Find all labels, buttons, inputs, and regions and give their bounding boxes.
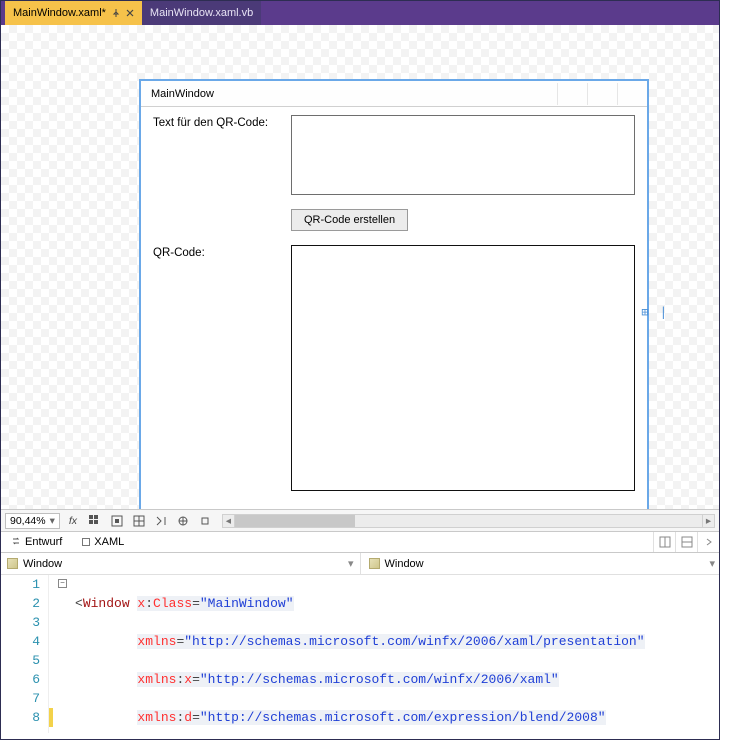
scroll-left-icon[interactable]: ◂ [223,515,235,527]
refresh-button[interactable] [196,512,214,530]
fx-button[interactable]: fx [64,512,82,530]
maximize-button [587,83,617,105]
row-text-input: Text für den QR-Code: [153,115,635,195]
element-cube-icon [7,558,18,569]
create-qr-button[interactable]: QR-Code erstellen [291,209,408,231]
fold-toggle-icon[interactable]: − [58,579,67,588]
scroll-thumb[interactable] [235,515,355,527]
breadcrumb-dropdown-right[interactable]: ▾ [705,557,719,570]
xaml-tab-label: XAML [94,536,124,548]
line-number-gutter: 1 2 3 4 5 6 7 8 [1,575,49,733]
tab-label: MainWindow.xaml* [13,7,106,19]
close-icon[interactable] [126,9,134,17]
zoom-value: 90,44% [10,515,46,527]
change-marker [49,708,53,727]
zoom-combo[interactable]: 90,44% ▾ [5,513,60,529]
split-vertical-button[interactable] [653,532,675,552]
pin-icon[interactable] [112,9,120,17]
label-qr: QR-Code: [153,245,283,491]
window-close-button [617,83,647,105]
textbox-qr-text[interactable] [291,115,635,195]
scroll-right-icon[interactable]: ▸ [702,515,714,527]
toggle-panel-button[interactable] [152,512,170,530]
xaml-designer-surface[interactable]: MainWindow Text für den QR-Code: QR-Code… [1,25,719,509]
qr-image-area [291,245,635,491]
xaml-square-icon [82,538,90,546]
tab-mainwindow-xaml-vb[interactable]: MainWindow.xaml.vb [142,1,261,25]
minimize-button [557,83,587,105]
horizontal-scrollbar[interactable]: ◂ ▸ [222,514,715,528]
collapse-pane-button[interactable] [697,532,719,552]
element-cube-icon [369,558,380,569]
split-horizontal-button[interactable] [675,532,697,552]
tab-mainwindow-xaml[interactable]: MainWindow.xaml* [5,1,142,25]
titlebar-buttons [557,83,647,105]
breadcrumb-label: Window [385,558,424,570]
document-tabs: MainWindow.xaml* MainWindow.xaml.vb [1,1,719,25]
design-window-title: MainWindow [141,88,214,100]
design-form-body: Text für den QR-Code: QR-Code erstellen … [141,107,647,509]
xaml-code-editor[interactable]: 1 2 3 4 5 6 7 8 − <Window x:Class="MainW… [1,575,719,733]
breadcrumb-dropdown-left[interactable]: ▾ [344,557,358,570]
designer-toolbar: 90,44% ▾ fx ◂ ▸ [1,509,719,531]
ide-frame: MainWindow.xaml* MainWindow.xaml.vb Main… [0,0,720,740]
fold-column: − [55,575,71,733]
row-qr-output: QR-Code: [153,245,635,491]
tab-label: MainWindow.xaml.vb [150,7,253,19]
chevron-down-icon: ▾ [50,515,55,527]
snap-lines-button[interactable] [130,512,148,530]
label-text-for-qr: Text für den QR-Code: [153,115,283,195]
resize-adorner[interactable]: ⊞ | [641,305,669,319]
breadcrumb-label: Window [23,558,62,570]
breadcrumb-window-right[interactable]: Window [363,558,430,570]
effects-button[interactable] [174,512,192,530]
swap-icon [11,536,21,549]
xaml-breadcrumb-bar: Window ▾ Window ▾ [1,553,719,575]
design-window[interactable]: MainWindow Text für den QR-Code: QR-Code… [139,79,649,509]
tab-design-view[interactable]: Entwurf [1,532,72,552]
design-window-titlebar: MainWindow [141,81,647,107]
grid-button[interactable] [86,512,104,530]
breadcrumb-window-left[interactable]: Window [1,558,68,570]
tab-xaml-view[interactable]: XAML [72,532,134,552]
code-content[interactable]: <Window x:Class="MainWindow" xmlns="http… [71,575,684,733]
snap-button[interactable] [108,512,126,530]
design-xaml-tabs: Entwurf XAML [1,531,719,553]
design-tab-label: Entwurf [25,536,62,548]
